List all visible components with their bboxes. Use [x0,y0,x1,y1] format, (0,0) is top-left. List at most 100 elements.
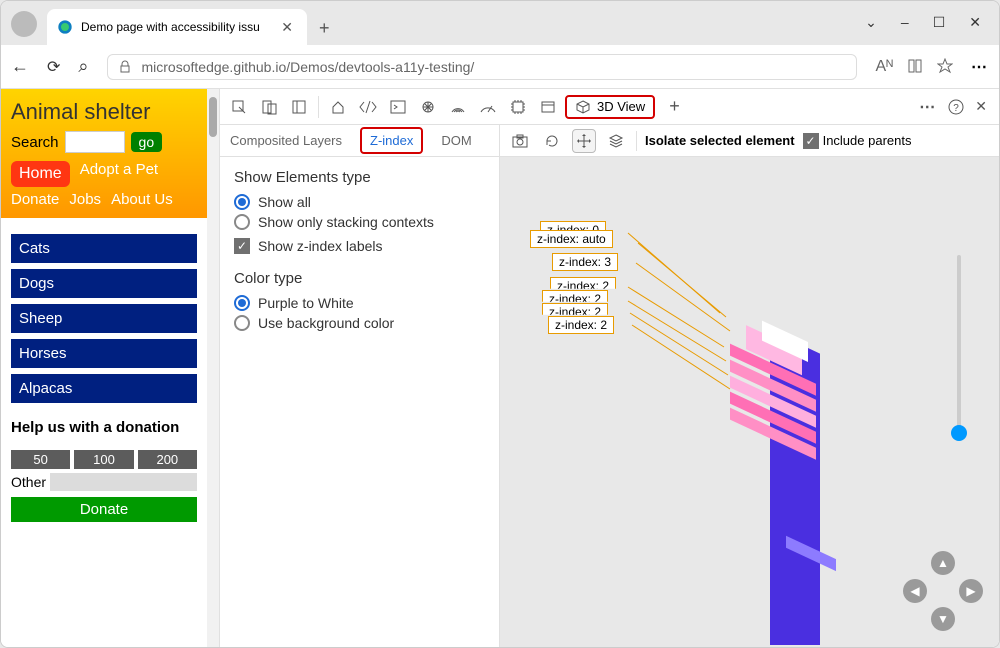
devtools-toolbar: 3D View + ⋯ ? ✕ [220,89,999,125]
sidebar-item-sheep[interactable]: Sheep [11,304,197,333]
radio-purple-white-label: Purple to White [258,295,354,311]
devtools-more-icon[interactable]: ⋯ [919,97,937,117]
other-label: Other [11,474,46,490]
page-content: Animal shelter Search go Home Adopt a Pe… [1,89,207,647]
amount-200[interactable]: 200 [138,450,197,469]
devtools-add-tab[interactable]: + [659,96,690,117]
page-scrollbar[interactable] [207,89,219,647]
zindex-label: z-index: 3 [552,253,618,271]
radio-only-stacking-label: Show only stacking contexts [258,214,434,230]
window-chevron-icon[interactable]: ⌄ [865,14,877,31]
elements-icon[interactable] [355,94,381,120]
search-label: Search [11,134,59,151]
zoom-slider-track[interactable] [957,255,961,435]
subtab-dom[interactable]: DOM [437,127,475,154]
dpad-right[interactable]: ▶ [959,579,983,603]
page-title: Animal shelter [11,99,197,125]
nav-donate[interactable]: Donate [11,191,59,208]
favorite-icon[interactable] [937,58,953,74]
address-bar[interactable]: microsoftedge.github.io/Demos/devtools-a… [107,54,858,80]
amount-50[interactable]: 50 [11,450,70,469]
device-icon[interactable] [256,94,282,120]
tab-3d-label: 3D View [597,99,645,114]
radio-bg-color[interactable] [234,315,250,331]
nav-about[interactable]: About Us [111,191,173,208]
devtools-close-button[interactable]: ✕ [975,98,987,115]
3d-stack [590,205,850,645]
inspect-icon[interactable] [226,94,252,120]
dpad-up[interactable]: ▲ [931,551,955,575]
browser-tab[interactable]: Demo page with accessibility issu ✕ [47,9,307,45]
console-icon[interactable] [385,94,411,120]
svg-text:?: ? [953,103,959,114]
3d-viewer[interactable]: Isolate selected element ✓ Include parent… [500,125,999,647]
nav-jobs[interactable]: Jobs [69,191,101,208]
radio-bg-color-label: Use background color [258,315,394,331]
checkbox-show-labels[interactable]: ✓ [234,238,250,254]
donation-heading: Help us with a donation [11,419,197,436]
pan-icon[interactable] [572,129,596,153]
edge-favicon [57,19,73,35]
devtools: 3D View + ⋯ ? ✕ Composited Layers Z-inde… [219,89,999,647]
collections-icon[interactable] [907,58,923,74]
zoom-slider-thumb[interactable] [951,425,967,441]
panel-icon[interactable] [286,94,312,120]
reload-button[interactable]: ⟳ [47,57,60,77]
sidebar-item-cats[interactable]: Cats [11,234,197,263]
cube-icon [575,99,591,115]
performance-icon[interactable] [475,94,501,120]
titlebar: Demo page with accessibility issu ✕ + ⌄ … [1,1,999,45]
search-input[interactable] [65,131,125,153]
tab-3d-view[interactable]: 3D View [565,95,655,119]
subtab-composited[interactable]: Composited Layers [226,127,346,154]
radio-show-all-label: Show all [258,194,311,210]
nav-adopt[interactable]: Adopt a Pet [80,161,158,187]
browser-menu-icon[interactable]: ⋯ [971,57,989,77]
sidebar-item-horses[interactable]: Horses [11,339,197,368]
checkbox-show-labels-label: Show z-index labels [258,238,383,254]
page-scroll-thumb[interactable] [209,97,217,137]
search-go-button[interactable]: go [131,132,163,152]
memory-icon[interactable] [505,94,531,120]
viewer-toolbar: Isolate selected element ✓ Include parent… [500,125,999,157]
dpad-left[interactable]: ◀ [903,579,927,603]
color-type-heading: Color type [234,270,485,287]
snapshot-icon[interactable] [508,129,532,153]
include-parents-label: Include parents [823,133,912,148]
url-toolbar: ← ⟳ ⌕ microsoftedge.github.io/Demos/devt… [1,45,999,89]
new-tab-button[interactable]: + [307,18,342,45]
isolate-label: Isolate selected element [645,133,795,148]
help-icon[interactable]: ? [947,98,965,116]
reset-view-icon[interactable] [540,129,564,153]
sidebar-item-dogs[interactable]: Dogs [11,269,197,298]
other-amount-input[interactable] [50,473,197,491]
nav-home[interactable]: Home [11,161,70,187]
url-text: microsoftedge.github.io/Demos/devtools-a… [142,59,847,75]
application-icon[interactable] [535,94,561,120]
radio-show-all[interactable] [234,194,250,210]
zindex-label: z-index: 2 [548,316,614,334]
zindex-label: z-index: auto [530,230,613,248]
profile-icon[interactable] [11,11,37,37]
include-parents-checkbox[interactable]: ✓ [803,133,819,149]
read-aloud-icon[interactable]: Aᴺ [875,58,893,76]
elements-type-heading: Show Elements type [234,169,485,186]
radio-only-stacking[interactable] [234,214,250,230]
window-minimize-button[interactable]: – [901,14,909,31]
window-close-button[interactable]: ✕ [969,14,981,31]
dpad: ▲ ▼ ◀ ▶ [903,551,983,631]
layers-icon[interactable] [604,129,628,153]
back-button[interactable]: ← [11,56,29,77]
tab-close-icon[interactable]: ✕ [277,19,297,36]
sources-icon[interactable] [415,94,441,120]
search-icon[interactable]: ⌕ [78,56,88,77]
dpad-down[interactable]: ▼ [931,607,955,631]
subtab-zindex[interactable]: Z-index [360,127,423,154]
donate-button[interactable]: Donate [11,497,197,522]
network-icon[interactable] [445,94,471,120]
welcome-icon[interactable] [325,94,351,120]
sidebar-item-alpacas[interactable]: Alpacas [11,374,197,403]
radio-purple-white[interactable] [234,295,250,311]
amount-100[interactable]: 100 [74,450,133,469]
window-maximize-button[interactable]: ☐ [933,14,946,31]
